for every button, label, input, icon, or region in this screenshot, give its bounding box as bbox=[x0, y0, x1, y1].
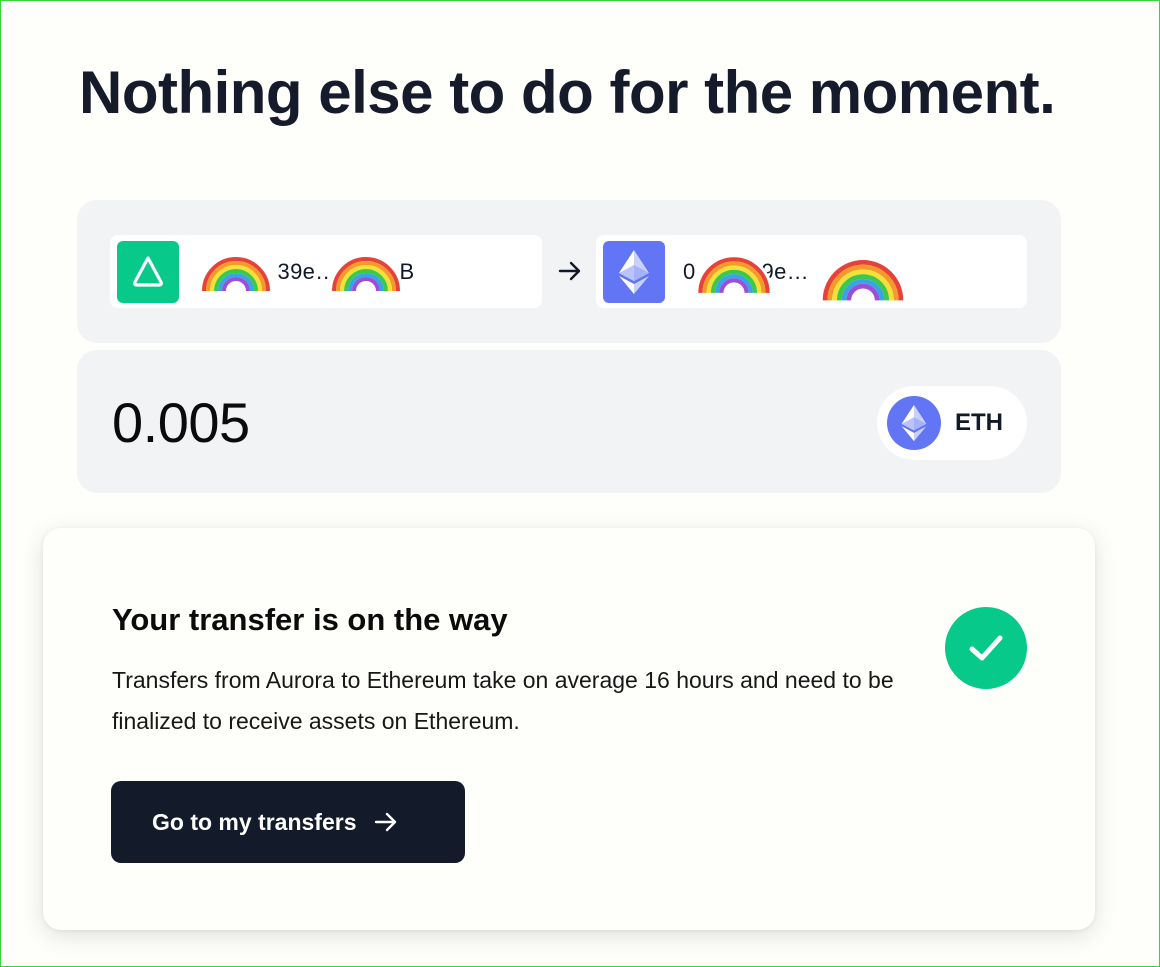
go-to-my-transfers-button[interactable]: Go to my transfers bbox=[111, 781, 465, 863]
to-account[interactable]: 0 9e… bbox=[596, 235, 1027, 308]
ethereum-logo-icon bbox=[887, 396, 941, 450]
status-title: Your transfer is on the way bbox=[112, 602, 508, 637]
status-description: Transfers from Aurora to Ethereum take o… bbox=[112, 667, 894, 734]
to-address: 0 9e… bbox=[683, 241, 907, 303]
token-selector[interactable]: ETH bbox=[877, 386, 1027, 460]
rainbow-sticker bbox=[199, 253, 273, 291]
rainbow-sticker bbox=[329, 253, 403, 291]
transfer-route-card: 039e…B bbox=[77, 200, 1061, 343]
arrow-right-icon bbox=[558, 261, 581, 281]
amount-card: 0.005 ETH bbox=[77, 350, 1061, 493]
from-address: 039e…B bbox=[197, 241, 414, 303]
checkmark-icon bbox=[945, 607, 1027, 689]
rainbow-sticker bbox=[819, 256, 907, 301]
ethereum-logo-icon bbox=[603, 240, 665, 303]
cta-label: Go to my transfers bbox=[152, 808, 357, 835]
arrow-right-icon bbox=[374, 812, 396, 832]
amount-value: 0.005 bbox=[112, 391, 250, 454]
aurora-logo-icon bbox=[117, 240, 179, 303]
transfer-status-card: Your transfer is on the way Transfers fr… bbox=[43, 528, 1095, 930]
token-symbol: ETH bbox=[955, 409, 1003, 436]
rainbow-sticker bbox=[695, 253, 773, 293]
from-account[interactable]: 039e…B bbox=[110, 235, 542, 308]
page-title: Nothing else to do for the moment. bbox=[79, 59, 1056, 126]
